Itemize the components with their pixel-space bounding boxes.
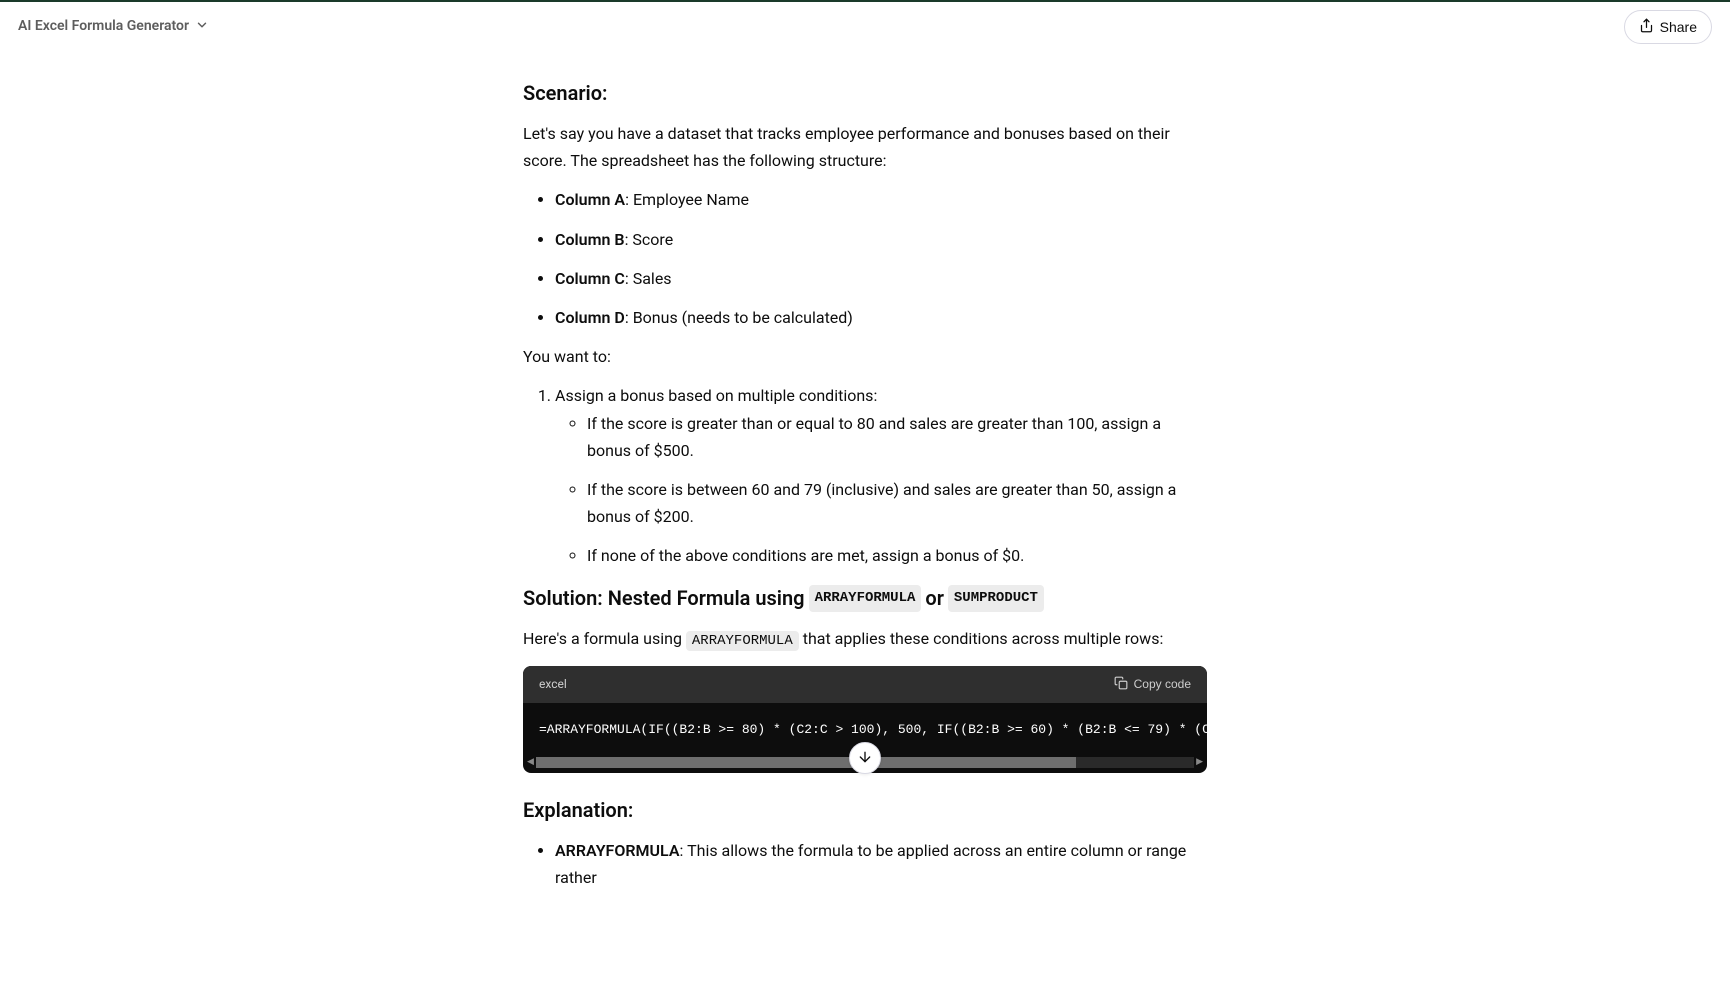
share-label: Share — [1660, 19, 1697, 35]
list-item: ARRAYFORMULA: This allows the formula to… — [555, 837, 1207, 891]
share-button[interactable]: Share — [1624, 10, 1712, 44]
chevron-down-icon — [195, 13, 209, 40]
solution-intro: Here's a formula using ARRAYFORMULA that… — [523, 625, 1207, 654]
list-item: Column C: Sales — [555, 265, 1207, 292]
conditions-list: If the score is greater than or equal to… — [555, 410, 1207, 570]
scenario-heading: Scenario: — [523, 76, 1207, 110]
copy-icon — [1114, 676, 1128, 693]
explanation-heading: Explanation: — [523, 793, 1207, 827]
arrow-down-icon — [857, 749, 873, 768]
scroll-thumb[interactable] — [536, 757, 1076, 768]
scroll-down-button[interactable] — [849, 742, 881, 774]
list-item: Assign a bonus based on multiple conditi… — [555, 382, 1207, 569]
inline-code: ARRAYFORMULA — [809, 585, 922, 613]
list-item: If the score is between 60 and 79 (inclu… — [587, 476, 1207, 530]
solution-heading: Solution: Nested Formula using ARRAYFORM… — [523, 581, 1207, 615]
code-header: excel Copy code — [523, 666, 1207, 702]
list-item: If none of the above conditions are met,… — [587, 542, 1207, 569]
task-list: Assign a bonus based on multiple conditi… — [523, 382, 1207, 569]
copy-label: Copy code — [1134, 677, 1191, 691]
list-item: If the score is greater than or equal to… — [587, 410, 1207, 464]
app-title: AI Excel Formula Generator — [18, 15, 189, 39]
scroll-right-arrow-icon: ▶ — [1196, 755, 1203, 770]
title-dropdown[interactable]: AI Excel Formula Generator — [18, 13, 209, 40]
inline-code: SUMPRODUCT — [948, 585, 1044, 613]
scenario-intro: Let's say you have a dataset that tracks… — [523, 120, 1207, 174]
header: AI Excel Formula Generator Share — [0, 2, 1730, 52]
main-content: Scenario: Let's say you have a dataset t… — [523, 52, 1207, 983]
list-item: Column B: Score — [555, 226, 1207, 253]
explanation-list: ARRAYFORMULA: This allows the formula to… — [523, 837, 1207, 891]
copy-code-button[interactable]: Copy code — [1114, 676, 1191, 693]
inline-code: ARRAYFORMULA — [686, 631, 799, 651]
share-icon — [1639, 18, 1654, 36]
scroll-left-arrow-icon: ◀ — [527, 755, 534, 770]
code-language: excel — [539, 674, 567, 694]
list-item: Column A: Employee Name — [555, 186, 1207, 213]
list-item: Column D: Bonus (needs to be calculated) — [555, 304, 1207, 331]
column-list: Column A: Employee Name Column B: Score … — [523, 186, 1207, 331]
you-want-to: You want to: — [523, 343, 1207, 370]
